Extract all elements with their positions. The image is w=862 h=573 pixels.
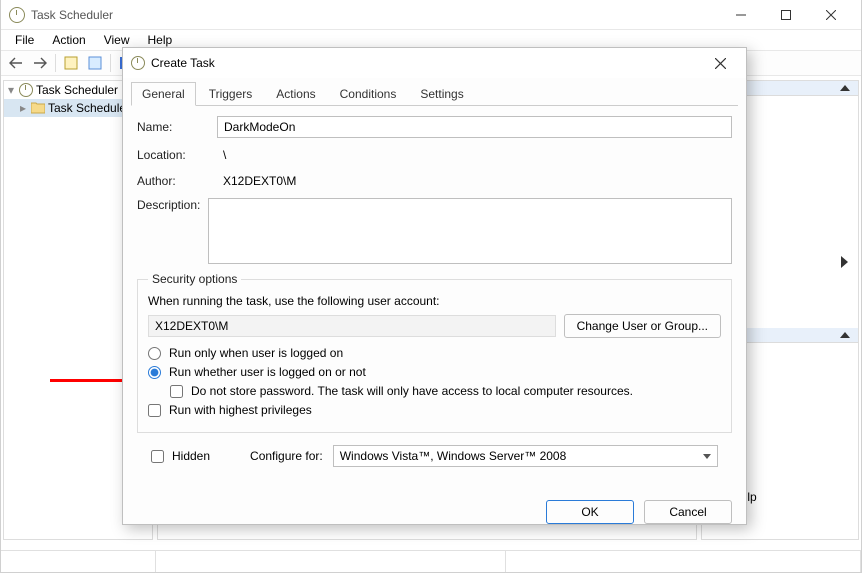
folder-icon (31, 102, 45, 114)
tab-triggers[interactable]: Triggers (198, 82, 264, 106)
clock-icon (19, 83, 33, 97)
dialog-titlebar: Create Task (123, 48, 746, 78)
ok-button[interactable]: OK (546, 500, 634, 524)
maximize-button[interactable] (763, 1, 808, 29)
radio-whether[interactable] (148, 366, 161, 379)
radio-logged-on-row[interactable]: Run only when user is logged on (148, 346, 721, 360)
tab-settings[interactable]: Settings (409, 82, 474, 106)
location-value: \ (217, 146, 732, 164)
menu-file[interactable]: File (7, 31, 42, 49)
hidden-label: Hidden (172, 449, 210, 463)
dialog-buttons: OK Cancel (123, 486, 746, 534)
radio-whether-row[interactable]: Run whether user is logged on or not (148, 365, 721, 379)
radio-whether-label: Run whether user is logged on or not (169, 365, 366, 379)
collapse-icon (840, 332, 850, 338)
location-label: Location: (137, 148, 209, 162)
minimize-button[interactable] (718, 1, 763, 29)
no-store-password-checkbox[interactable] (170, 385, 183, 398)
cancel-button[interactable]: Cancel (644, 500, 732, 524)
status-cell-3 (506, 551, 861, 572)
toolbar-icon-1[interactable] (60, 52, 82, 74)
highest-privileges-checkbox[interactable] (148, 404, 161, 417)
account-display: X12DEXT0\M (148, 315, 556, 337)
no-store-password-row[interactable]: Do not store password. The task will onl… (170, 384, 721, 398)
author-label: Author: (137, 174, 209, 188)
radio-logged-on-label: Run only when user is logged on (169, 346, 343, 360)
radio-logged-on[interactable] (148, 347, 161, 360)
chevron-right-icon (841, 256, 848, 268)
status-bar (1, 550, 861, 572)
description-input[interactable] (208, 198, 732, 264)
hidden-checkbox[interactable] (151, 450, 164, 463)
name-label: Name: (137, 120, 209, 134)
no-store-password-label: Do not store password. The task will onl… (191, 384, 633, 398)
toolbar-icon-2[interactable] (84, 52, 106, 74)
dialog-title: Create Task (151, 56, 215, 70)
close-button[interactable] (808, 1, 853, 29)
tree-root-label: Task Scheduler (L (36, 83, 132, 97)
tab-actions[interactable]: Actions (265, 82, 326, 106)
name-input[interactable] (217, 116, 732, 138)
tree-caret-icon: ▸ (20, 101, 28, 115)
window-title: Task Scheduler (31, 8, 113, 22)
change-user-button[interactable]: Change User or Group... (564, 314, 721, 338)
author-value: X12DEXT0\M (217, 172, 732, 190)
toolbar-separator (55, 54, 56, 72)
account-value: X12DEXT0\M (155, 319, 228, 333)
highest-privileges-label: Run with highest privileges (169, 403, 312, 417)
status-cell-1 (1, 551, 156, 572)
app-clock-icon (9, 7, 25, 23)
configure-for-select[interactable]: Windows Vista™, Windows Server™ 2008 (333, 445, 718, 467)
forward-button[interactable] (29, 52, 51, 74)
tab-general[interactable]: General (131, 82, 196, 106)
toolbar-separator (110, 54, 111, 72)
status-cell-2 (156, 551, 506, 572)
hidden-row[interactable]: Hidden (151, 449, 210, 463)
tree-caret-icon: ▾ (8, 83, 16, 97)
dialog-tabs: General Triggers Actions Conditions Sett… (123, 78, 746, 106)
security-prompt: When running the task, use the following… (148, 294, 721, 308)
highest-privileges-row[interactable]: Run with highest privileges (148, 403, 721, 417)
tree-child-label: Task Schedule (48, 101, 126, 115)
configure-for-value: Windows Vista™, Windows Server™ 2008 (340, 449, 567, 463)
collapse-icon (840, 85, 850, 91)
clock-icon (131, 56, 145, 70)
configure-for-label: Configure for: (250, 449, 323, 463)
create-task-dialog: Create Task General Triggers Actions Con… (122, 47, 747, 525)
description-label: Description: (137, 198, 200, 212)
tab-body: Name: Location: \ Author: X12DEXT0\M Des… (131, 105, 738, 477)
security-options-group: Security options When running the task, … (137, 272, 732, 433)
menu-action[interactable]: Action (44, 31, 93, 49)
back-button[interactable] (5, 52, 27, 74)
tab-conditions[interactable]: Conditions (329, 82, 408, 106)
window-controls (718, 1, 853, 29)
security-legend: Security options (148, 272, 241, 286)
titlebar: Task Scheduler (1, 0, 861, 30)
dialog-close-button[interactable] (702, 49, 738, 77)
